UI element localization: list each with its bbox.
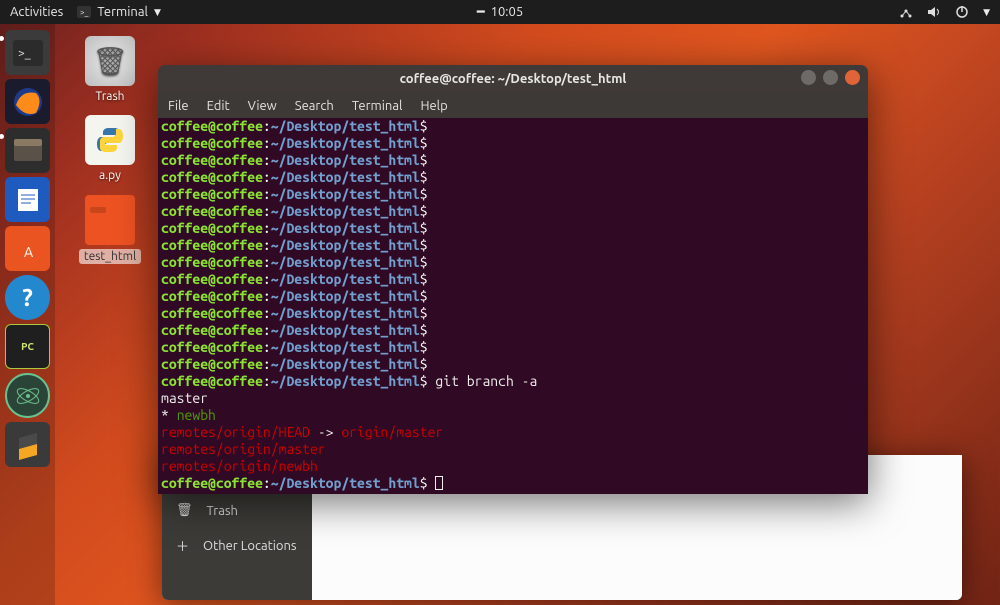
terminal-line: coffee@coffee:~/Desktop/test_html$ bbox=[161, 356, 865, 373]
pycharm-icon: PC bbox=[21, 341, 34, 352]
svg-text:A: A bbox=[24, 244, 33, 260]
dock: >_ A ? PC bbox=[0, 24, 55, 605]
dock-terminal[interactable]: >_ bbox=[5, 30, 50, 75]
terminal-line: coffee@coffee:~/Desktop/test_html$ bbox=[161, 169, 865, 186]
window-minimize-button[interactable] bbox=[801, 70, 816, 85]
desktop-file-apy[interactable]: a.py bbox=[75, 115, 145, 182]
terminal-output: * newbh bbox=[161, 407, 865, 424]
menu-edit[interactable]: Edit bbox=[207, 99, 230, 113]
terminal-titlebar[interactable]: coffee@coffee: ~/Desktop/test_html bbox=[158, 65, 868, 93]
trash-icon: 🗑 bbox=[176, 503, 193, 518]
trash-icon: 🗑 bbox=[85, 36, 135, 86]
dock-files[interactable] bbox=[5, 128, 50, 173]
svg-text:>_: >_ bbox=[18, 47, 31, 60]
terminal-small-icon: >_ bbox=[77, 6, 91, 18]
activities-button[interactable]: Activities bbox=[10, 5, 63, 19]
terminal-line: coffee@coffee:~/Desktop/test_html$ bbox=[161, 237, 865, 254]
terminal-output: remotes/origin/master bbox=[161, 441, 865, 458]
terminal-line: coffee@coffee:~/Desktop/test_html$ bbox=[161, 220, 865, 237]
app-menu[interactable]: >_ Terminal ▼ bbox=[77, 5, 161, 19]
desktop-trash[interactable]: 🗑 Trash bbox=[75, 36, 145, 103]
desktop-folder-label: test_html bbox=[79, 249, 141, 264]
help-icon: ? bbox=[22, 284, 33, 311]
dock-sublime[interactable] bbox=[5, 422, 50, 467]
volume-icon[interactable] bbox=[927, 5, 941, 19]
fm-side-trash[interactable]: 🗑 Trash bbox=[162, 494, 312, 527]
terminal-title-text: coffee@coffee: ~/Desktop/test_html bbox=[400, 72, 627, 86]
window-close-button[interactable] bbox=[845, 70, 860, 85]
terminal-line: coffee@coffee:~/Desktop/test_html$ bbox=[161, 152, 865, 169]
svg-text:>_: >_ bbox=[80, 8, 89, 17]
terminal-line: coffee@coffee:~/Desktop/test_html$ bbox=[161, 254, 865, 271]
system-menu-chevron-icon[interactable]: ▼ bbox=[983, 7, 990, 18]
terminal-line: coffee@coffee:~/Desktop/test_html$ bbox=[161, 118, 865, 135]
terminal-output: master bbox=[161, 390, 865, 407]
desktop-folder-testhtml[interactable]: test_html bbox=[75, 195, 145, 264]
fm-side-other-label: Other Locations bbox=[203, 539, 297, 553]
terminal-output: remotes/origin/newbh bbox=[161, 458, 865, 475]
desktop-apy-label: a.py bbox=[99, 169, 121, 182]
menu-help[interactable]: Help bbox=[420, 99, 447, 113]
clock[interactable]: ━10:05 bbox=[477, 5, 523, 20]
window-maximize-button[interactable] bbox=[823, 70, 838, 85]
fm-side-trash-label: Trash bbox=[207, 504, 238, 518]
dock-atom[interactable] bbox=[5, 373, 50, 418]
menu-search[interactable]: Search bbox=[295, 99, 334, 113]
terminal-output: remotes/origin/HEAD -> origin/master bbox=[161, 424, 865, 441]
terminal-menubar: File Edit View Search Terminal Help bbox=[158, 93, 868, 118]
power-icon[interactable] bbox=[955, 5, 969, 19]
menu-terminal[interactable]: Terminal bbox=[352, 99, 403, 113]
cursor bbox=[435, 476, 443, 490]
network-icon[interactable] bbox=[899, 5, 913, 19]
dock-pycharm[interactable]: PC bbox=[5, 324, 50, 369]
app-menu-label: Terminal bbox=[97, 5, 148, 19]
terminal-line: coffee@coffee:~/Desktop/test_html$ bbox=[161, 186, 865, 203]
terminal-line: coffee@coffee:~/Desktop/test_html$ bbox=[161, 475, 865, 492]
folder-icon bbox=[85, 195, 135, 245]
dock-firefox[interactable] bbox=[5, 79, 50, 124]
terminal-body[interactable]: coffee@coffee:~/Desktop/test_html$coffee… bbox=[158, 118, 868, 494]
terminal-line: coffee@coffee:~/Desktop/test_html$ bbox=[161, 288, 865, 305]
menu-view[interactable]: View bbox=[248, 99, 277, 113]
terminal-line: coffee@coffee:~/Desktop/test_html$ bbox=[161, 135, 865, 152]
dock-libreoffice-writer[interactable] bbox=[5, 177, 50, 222]
python-file-icon bbox=[85, 115, 135, 165]
menu-file[interactable]: File bbox=[168, 99, 189, 113]
desktop-trash-label: Trash bbox=[95, 90, 124, 103]
gnome-topbar: Activities >_ Terminal ▼ ━10:05 ▼ bbox=[0, 0, 1000, 24]
fm-side-other[interactable]: ＋ Other Locations bbox=[162, 527, 312, 564]
dock-ubuntu-software[interactable]: A bbox=[5, 226, 50, 271]
dock-help[interactable]: ? bbox=[5, 275, 50, 320]
terminal-line: coffee@coffee:~/Desktop/test_html$ bbox=[161, 305, 865, 322]
terminal-line: coffee@coffee:~/Desktop/test_html$ bbox=[161, 322, 865, 339]
terminal-line: coffee@coffee:~/Desktop/test_html$ bbox=[161, 203, 865, 220]
chevron-down-icon: ▼ bbox=[154, 7, 161, 18]
terminal-window[interactable]: coffee@coffee: ~/Desktop/test_html File E… bbox=[158, 65, 868, 494]
clock-text: 10:05 bbox=[491, 5, 524, 19]
terminal-line: coffee@coffee:~/Desktop/test_html$ git b… bbox=[161, 373, 865, 390]
plus-icon: ＋ bbox=[176, 536, 189, 555]
terminal-line: coffee@coffee:~/Desktop/test_html$ bbox=[161, 271, 865, 288]
terminal-line: coffee@coffee:~/Desktop/test_html$ bbox=[161, 339, 865, 356]
